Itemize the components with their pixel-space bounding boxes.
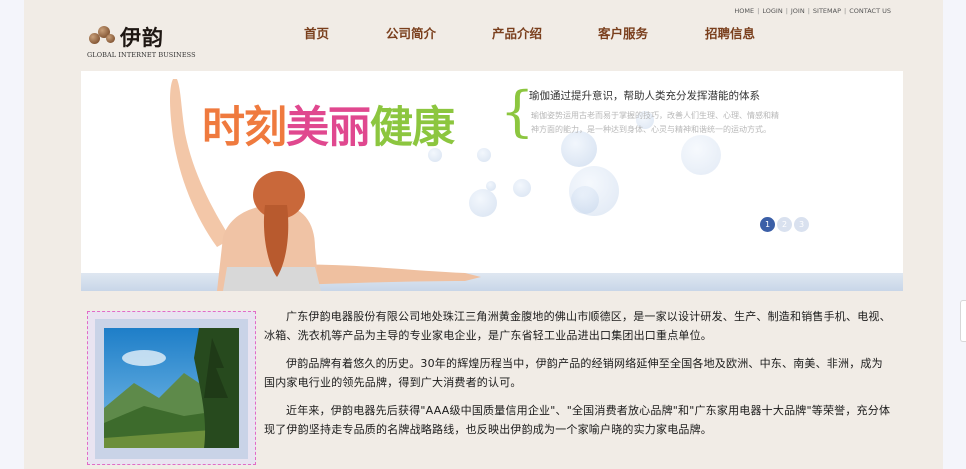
banner-headline: 时刻美丽健康 (202, 93, 455, 155)
bubble-decoration (681, 135, 721, 175)
headline-part-3: 健康 (370, 103, 455, 153)
content-photo-frame (87, 311, 256, 465)
company-intro: 广东伊韵电器股份有限公司地处珠江三角洲黄金腹地的佛山市顺德区，是一家以设计研发、… (264, 307, 892, 448)
bubble-decoration (513, 179, 531, 197)
page-container: 伊韵 GLOBAL INTERNET BUSINESS HOME | LOGIN | J… (24, 0, 943, 469)
slide-dot-3[interactable]: 3 (794, 217, 809, 232)
intro-paragraph-3: 近年来，伊韵电器先后获得"AAA级中国质量信用企业"、"全国消费者放心品牌"和"… (264, 404, 891, 436)
utility-links: HOME | LOGIN | JOIN | SITEMAP | CONTACT US (734, 7, 891, 15)
utility-link-contact[interactable]: CONTACT US (849, 7, 891, 15)
slide-indicators: 123 (760, 212, 811, 232)
bubble-decoration (486, 181, 496, 191)
slide-dot-2[interactable]: 2 (777, 217, 792, 232)
utility-link-login[interactable]: LOGIN (762, 7, 782, 15)
nav-item-home[interactable]: 首页 (304, 23, 329, 42)
nav-item-service[interactable]: 客户服务 (598, 23, 648, 42)
separator: | (757, 7, 760, 15)
bubble-decoration (569, 166, 619, 216)
headline-part-1: 时刻 (202, 103, 287, 153)
utility-link-home[interactable]: HOME (734, 7, 754, 15)
logo-subtitle: GLOBAL INTERNET BUSINESS (87, 51, 196, 59)
nav-item-about[interactable]: 公司简介 (386, 23, 436, 42)
main-nav: 首页 公司简介 产品介绍 客户服务 招聘信息 (24, 23, 943, 43)
landscape-image (104, 328, 239, 448)
hero-banner[interactable]: 时刻美丽健康 { 瑜伽通过提升意识，帮助人类充分发挥潜能的体系 瑜伽姿势运用古老… (81, 71, 903, 291)
side-handle[interactable] (960, 300, 966, 342)
banner-description: 瑜伽姿势运用古老而易于掌握的技巧，改善人们生理、心理、情感和精神方面的能力，是一… (531, 111, 779, 134)
slide-dot-1[interactable]: 1 (760, 217, 775, 232)
intro-paragraph-2: 伊韵品牌有着悠久的历史。30年的辉煌历程当中，伊韵产品的经销网络延伸至全国各地及… (264, 357, 883, 389)
banner-tagline: 瑜伽通过提升意识，帮助人类充分发挥潜能的体系 (529, 90, 760, 102)
separator: | (844, 7, 847, 15)
nav-item-products[interactable]: 产品介绍 (492, 23, 542, 42)
headline-part-2: 美丽 (286, 103, 371, 153)
utility-link-sitemap[interactable]: SITEMAP (813, 7, 841, 15)
intro-paragraph-1: 广东伊韵电器股份有限公司地处珠江三角洲黄金腹地的佛山市顺德区，是一家以设计研发、… (264, 310, 891, 342)
nav-item-jobs[interactable]: 招聘信息 (705, 23, 755, 42)
photo-mat (95, 319, 248, 459)
utility-link-join[interactable]: JOIN (791, 7, 805, 15)
separator: | (807, 7, 810, 15)
separator: | (785, 7, 788, 15)
